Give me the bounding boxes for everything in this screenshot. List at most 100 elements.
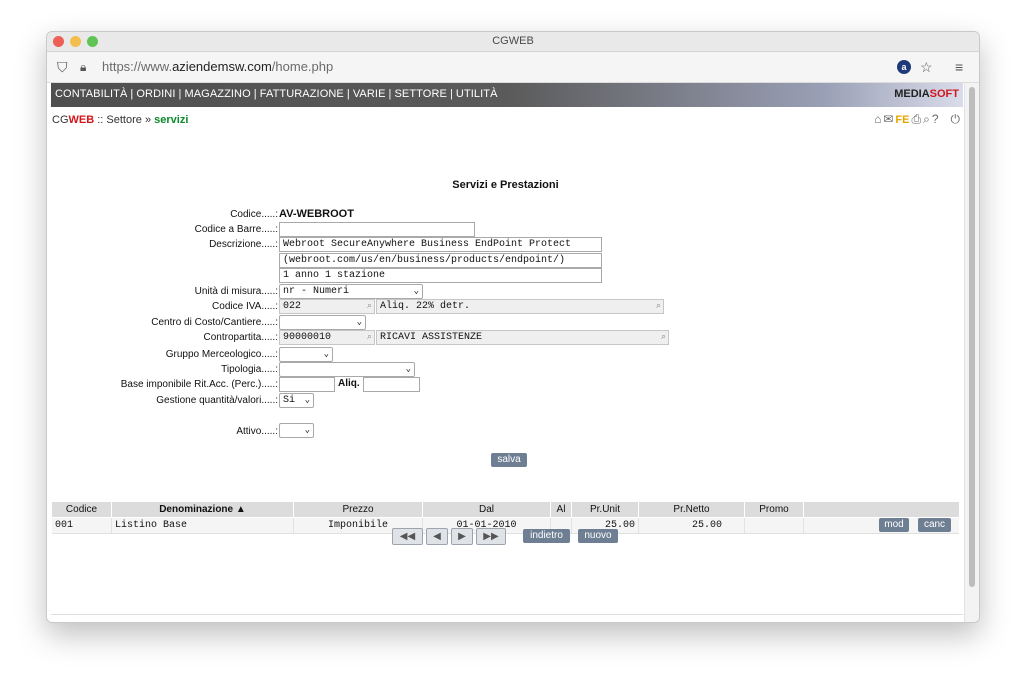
iva-code-input[interactable]: 022 ⌕ — [279, 299, 375, 314]
product-group-select[interactable]: ⌄ — [279, 347, 333, 362]
codice-row: Codice.....: — [47, 208, 278, 222]
main-menu-bar: CONTABILITÀ | ORDINI | MAGAZZINO | FATTURAZION… — [51, 83, 963, 107]
chevron-down-icon: ⌄ — [413, 286, 419, 296]
breadcrumb-settore[interactable]: Settore — [106, 114, 141, 126]
barre-label: Codice a Barre.....: — [194, 224, 278, 235]
descr-row: Descrizione.....: — [47, 238, 278, 252]
delete-button[interactable]: canc — [918, 518, 951, 532]
search-icon[interactable]: ⌕ — [661, 331, 666, 344]
new-button[interactable]: nuovo — [578, 529, 618, 543]
quantity-management-select[interactable]: Si ⌄ — [279, 393, 314, 408]
unit-select[interactable]: nr - Numeri ⌄ — [279, 284, 423, 299]
col-prezzo[interactable]: Prezzo — [294, 502, 423, 517]
menu-fatturazione[interactable]: FATTURAZIONE — [260, 88, 344, 100]
last-page-button[interactable]: ▶▶ — [476, 528, 506, 545]
centro-label: Centro di Costo/Cantiere.....: — [151, 317, 278, 328]
counterpart-code-input[interactable]: 90000010 ⌕ — [279, 330, 375, 345]
chevron-down-icon: ⌄ — [356, 317, 362, 327]
fe-icon[interactable]: FE — [895, 114, 909, 126]
cost-center-select[interactable]: ⌄ — [279, 315, 366, 330]
lock-icon[interactable]: 🔒︎ — [80, 58, 86, 76]
um-label: Unità di misura.....: — [194, 286, 278, 297]
col-pr-netto[interactable]: Pr.Netto — [639, 502, 745, 517]
menu-icon[interactable]: ≡ — [955, 58, 963, 76]
menu-contabilita[interactable]: CONTABILITÀ — [55, 88, 127, 100]
brand-part-b: SOFT — [929, 88, 959, 100]
description-line-3[interactable]: 1 anno 1 stazione — [279, 268, 602, 283]
chevron-down-icon: ⌄ — [304, 395, 310, 405]
menu-magazzino[interactable]: MAGAZZINO — [184, 88, 250, 100]
breadcrumb-web[interactable]: WEB — [69, 114, 95, 126]
page-content: CONTABILITÀ | ORDINI | MAGAZZINO | FATTURAZION… — [47, 83, 964, 622]
menu-utilita[interactable]: UTILITÀ — [456, 88, 498, 100]
search-icon[interactable]: ⌕ — [656, 300, 661, 313]
scrollbar-thumb[interactable] — [969, 87, 975, 587]
col-dal[interactable]: Dal — [423, 502, 551, 517]
menu-varie[interactable]: VARIE — [353, 88, 386, 100]
menu-ordini[interactable]: ORDINI — [136, 88, 175, 100]
col-promo[interactable]: Promo — [745, 502, 804, 517]
cell-promo — [745, 518, 804, 533]
col-denominazione[interactable]: Denominazione ▲ — [112, 502, 294, 517]
title-bar: CGWEB — [47, 32, 979, 52]
url-domain: aziendemsw.com — [172, 59, 272, 74]
vertical-scrollbar[interactable] — [964, 83, 979, 622]
chevron-down-icon: ⌄ — [304, 425, 310, 435]
chevron-down-icon: ⌄ — [405, 364, 411, 374]
col-pr-unit[interactable]: Pr.Unit — [572, 502, 639, 517]
menu-separator: | — [253, 88, 257, 100]
aliq-label: Aliq. — [338, 378, 360, 389]
search-icon[interactable]: ⌕ — [367, 300, 372, 313]
menu-settore[interactable]: SETTORE — [394, 88, 446, 100]
power-icon[interactable]: ⏻ — [951, 112, 961, 126]
breadcrumb-cg[interactable]: CG — [52, 114, 69, 126]
home-icon[interactable]: ⌂ — [874, 112, 881, 126]
type-select[interactable]: ⌄ — [279, 362, 415, 377]
search-icon[interactable]: ⌕ — [367, 331, 372, 344]
window-title: CGWEB — [492, 35, 534, 47]
withholding-base-input[interactable] — [279, 377, 335, 392]
tipologia-row: Tipologia.....: — [47, 363, 278, 377]
edit-button[interactable]: mod — [879, 518, 909, 532]
save-button[interactable]: salva — [491, 453, 527, 467]
breadcrumb-separator: :: — [97, 114, 104, 126]
col-al[interactable]: Al — [551, 502, 572, 517]
first-page-button[interactable]: ◀◀ — [392, 528, 423, 545]
aliq-input[interactable] — [363, 377, 420, 392]
bookmark-star-icon[interactable]: ☆ — [920, 58, 933, 76]
cell-denominazione: Listino Base — [112, 518, 294, 533]
barcode-input[interactable] — [279, 222, 475, 237]
quantity-management-value: Si — [283, 395, 296, 406]
col-codice[interactable]: Codice — [52, 502, 112, 517]
help-icon[interactable]: ? — [932, 112, 939, 126]
main-menu-items: CONTABILITÀ | ORDINI | MAGAZZINO | FATTURAZION… — [55, 88, 498, 100]
tipologia-label: Tipologia.....: — [221, 364, 278, 375]
prev-page-button[interactable]: ◀ — [426, 528, 448, 545]
address-bar[interactable]: https://www.aziendemsw.com/home.php — [102, 59, 333, 74]
next-page-button[interactable]: ▶ — [451, 528, 473, 545]
extension-icon[interactable]: a — [897, 60, 911, 74]
gruppo-row: Gruppo Merceologico.....: — [47, 348, 278, 362]
unit-select-value: nr - Numeri — [283, 286, 350, 297]
counterpart-description-input[interactable]: RICAVI ASSISTENZE ⌕ — [376, 330, 669, 345]
attivo-label: Attivo.....: — [236, 426, 278, 437]
codice-label: Codice.....: — [230, 209, 278, 220]
shield-icon[interactable]: ⛉ — [57, 58, 68, 76]
menu-separator: | — [449, 88, 453, 100]
chevron-down-icon: ⌄ — [323, 349, 329, 359]
contro-row: Contropartita.....: — [47, 331, 278, 345]
mediasoft-logo: MEDIASOFT — [894, 88, 959, 100]
table-header: Codice Denominazione ▲ Prezzo Dal Al Pr.… — [52, 502, 959, 517]
page-title: Servizi e Prestazioni — [452, 179, 559, 191]
search-icon[interactable]: ⌕ — [923, 112, 930, 126]
back-button[interactable]: indietro — [523, 529, 570, 543]
contro-label: Contropartita.....: — [203, 332, 278, 343]
print-icon[interactable]: ⎙ — [911, 112, 921, 126]
description-line-2[interactable]: (webroot.com/us/en/business/products/end… — [279, 253, 602, 268]
breadcrumb-current: servizi — [154, 114, 189, 126]
mail-icon[interactable]: ✉ — [883, 112, 893, 126]
active-select[interactable]: ⌄ — [279, 423, 314, 438]
menu-separator: | — [346, 88, 350, 100]
iva-description-input[interactable]: Aliq. 22% detr. ⌕ — [376, 299, 664, 314]
description-line-1[interactable]: Webroot SecureAnywhere Business EndPoint… — [279, 237, 602, 252]
